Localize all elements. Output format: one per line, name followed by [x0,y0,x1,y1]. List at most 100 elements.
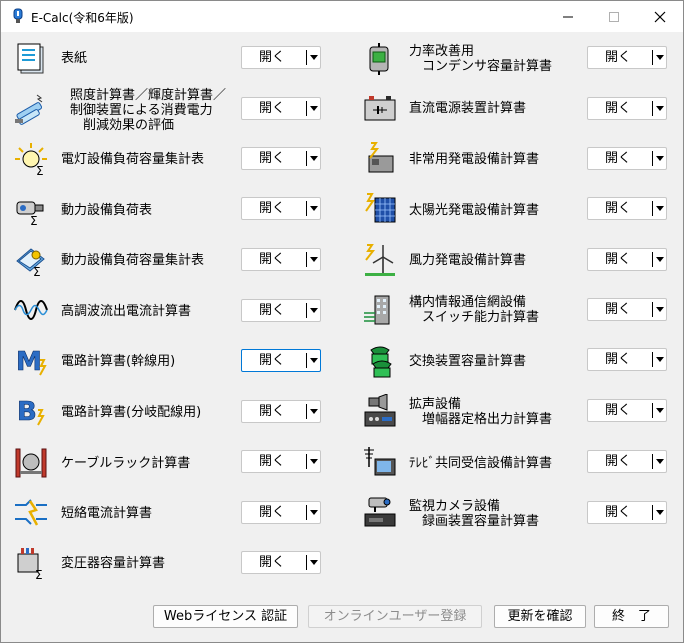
surveillance-camera-icon [364,497,396,527]
check-update-button[interactable]: 更新を確認 [494,605,586,628]
chevron-down-icon [656,459,664,464]
svg-text:Σ: Σ [35,568,43,580]
item-label-power-load: 動力設備負荷表 [61,203,153,218]
chevron-down-icon [310,459,318,464]
open-combo-branch-circuit[interactable]: 開く [241,400,321,423]
item-label-cable-rack: ケーブルラック計算書 [61,456,191,471]
item-label-cover: 表紙 [61,51,88,66]
chevron-down-icon [310,358,318,363]
harmonic-wave-icon [14,300,48,320]
open-combo-lan-switch[interactable]: 開く [587,298,667,321]
open-combo-power-load[interactable]: 開く [241,197,321,220]
app-window: E-Calc(令和6年版) 表紙 開く 照度計算書／輝度計算書／ 制御装置による… [0,0,684,643]
item-label-harmonic: 高調波流出電流計算書 [61,304,192,319]
capacitor-icon [369,43,389,75]
chevron-down-icon [310,206,318,211]
svg-text:Σ: Σ [36,164,44,176]
tv-antenna-icon [364,447,396,476]
network-building-icon [364,295,390,325]
open-combo-lighting-load[interactable]: 開く [241,147,321,170]
close-icon [654,11,666,23]
item-label-solar: 太陽光発電設備計算書 [409,203,540,218]
open-combo-emergency-generator[interactable]: 開く [587,147,667,170]
battery-icon [364,96,396,121]
close-button[interactable] [637,1,683,32]
svg-text:Σ: Σ [33,265,41,277]
light-bulb-icon: Σ [15,143,47,176]
main-circuit-icon: M [16,347,47,377]
online-register-button[interactable]: オンラインユーザー登録 [308,605,482,628]
chevron-down-icon [310,55,318,60]
maximize-icon [609,12,619,22]
item-label-exchange: 交換装置容量計算書 [409,354,527,369]
generator-icon [368,142,394,173]
open-combo-power-capacity[interactable]: 開く [241,248,321,271]
chevron-down-icon [310,308,318,313]
item-label-power-capacity: 動力設備負荷容量集計表 [61,253,205,268]
fluorescent-lamp-icon [15,94,43,125]
app-plug-icon [13,8,23,23]
web-license-button[interactable]: Webライセンス 認証 [153,605,298,628]
item-label-main-circuit: 電路計算書(幹線用) [61,354,176,369]
chevron-down-icon [310,156,318,161]
svg-text:Σ: Σ [30,214,38,226]
wind-turbine-icon [365,244,395,276]
open-combo-short-circuit[interactable]: 開く [241,501,321,524]
chevron-down-icon [310,106,318,111]
item-label-emergency-generator: 非常用発電設備計算書 [409,152,540,167]
chevron-down-icon [310,510,318,515]
maximize-button[interactable] [591,1,637,32]
svg-text:B: B [17,397,37,427]
open-combo-dc-power[interactable]: 開く [587,97,667,120]
svg-text:M: M [16,347,42,377]
open-combo-wind[interactable]: 開く [587,248,667,271]
exit-button[interactable]: 終 了 [594,605,669,628]
open-combo-cover[interactable]: 開く [241,46,321,69]
chevron-down-icon [656,156,664,161]
open-combo-solar[interactable]: 開く [587,197,667,220]
item-label-tv-reception: ﾃﾚﾋﾞ共同受信設備計算書 [409,456,553,471]
chevron-down-icon [656,257,664,262]
open-combo-surveillance[interactable]: 開く [587,501,667,524]
motor-document-icon: Σ [16,248,45,277]
item-label-short-circuit: 短絡電流計算書 [61,506,153,521]
open-combo-cable-rack[interactable]: 開く [241,450,321,473]
minimize-button[interactable] [545,1,591,32]
open-combo-exchange[interactable]: 開く [587,348,667,371]
chevron-down-icon [310,409,318,414]
open-combo-capacitor[interactable]: 開く [587,46,667,69]
window-title: E-Calc(令和6年版) [31,11,134,25]
chevron-down-icon [310,257,318,262]
chevron-down-icon [656,510,664,515]
item-label-lighting-load: 電灯設備負荷容量集計表 [61,152,205,167]
open-combo-main-circuit[interactable]: 開く [241,349,321,372]
item-label-lan-switch: 構内情報通信網設備 スイッチ能力計算書 [409,295,540,325]
open-combo-amplifier[interactable]: 開く [587,399,667,422]
chevron-down-icon [656,307,664,312]
item-label-dc-power: 直流電源装置計算書 [409,101,527,116]
open-combo-tv-reception[interactable]: 開く [587,450,667,473]
item-label-transformer: 変圧器容量計算書 [61,556,166,571]
chevron-down-icon [310,560,318,565]
transformer-icon: Σ [17,548,43,580]
chevron-down-icon [656,357,664,362]
cable-rack-icon [15,448,47,478]
item-label-capacitor: 力率改善用 コンデンサ容量計算書 [409,44,553,74]
open-combo-harmonic[interactable]: 開く [241,299,321,322]
open-combo-transformer[interactable]: 開く [241,551,321,574]
open-combo-illuminance[interactable]: 開く [241,97,321,120]
document-icon [17,43,44,74]
amplifier-icon [364,394,396,427]
item-label-surveillance: 監視カメラ設備 録画装置容量計算書 [409,499,540,529]
branch-circuit-icon: B [17,397,45,427]
title-bar[interactable]: E-Calc(令和6年版) [1,1,683,32]
item-label-amplifier: 拡声設備 増幅器定格出力計算書 [409,397,553,427]
item-label-illuminance: 照度計算書／輝度計算書／ 制御装置による消費電力 削減効果の評価 [70,88,227,133]
item-label-wind: 風力発電設備計算書 [409,253,527,268]
minimize-icon [563,16,573,18]
item-label-branch-circuit: 電路計算書(分岐配線用) [61,405,202,420]
short-circuit-icon [15,499,47,526]
motor-icon: Σ [16,201,44,226]
chevron-down-icon [656,206,664,211]
chevron-down-icon [656,106,664,111]
